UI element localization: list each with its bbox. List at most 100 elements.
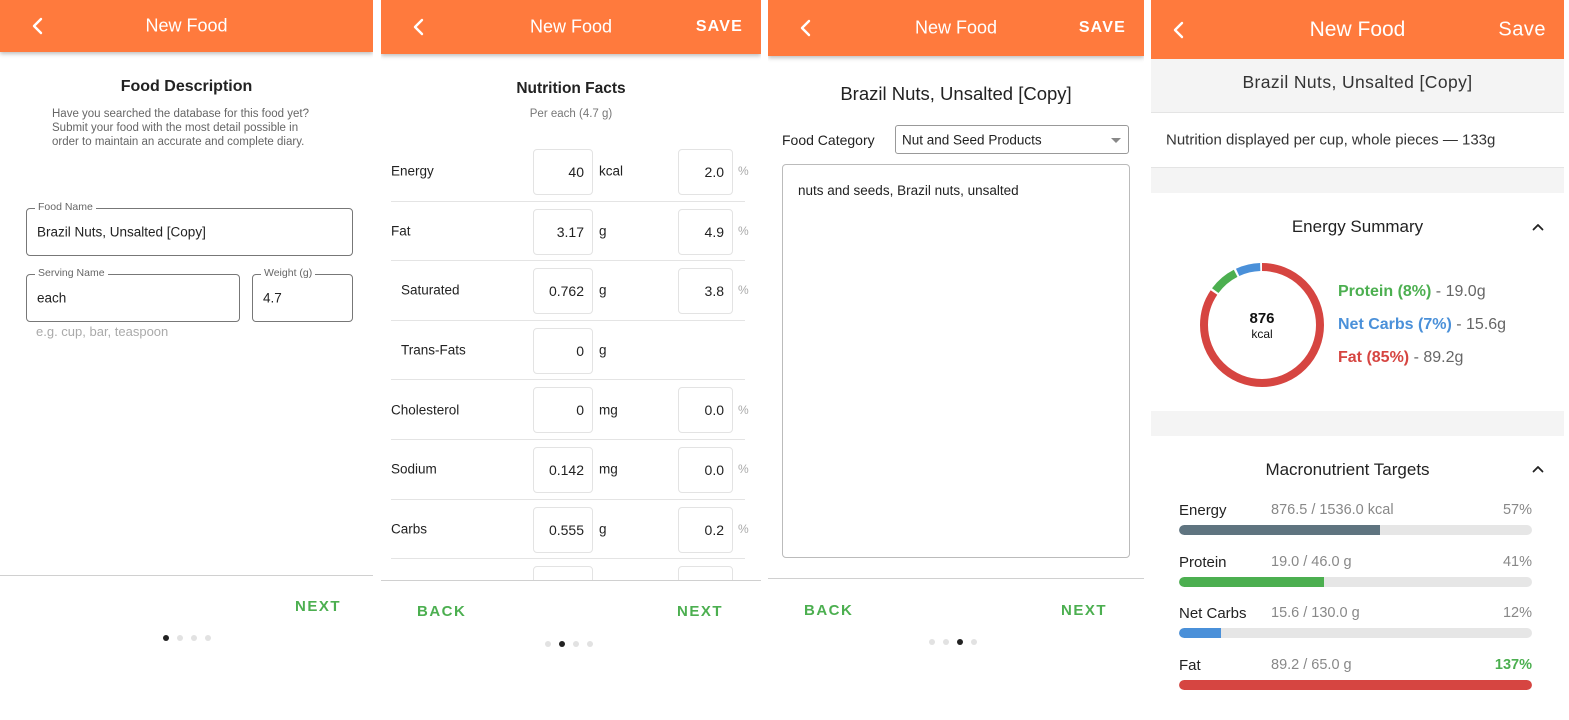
nutrition-row: Cholesterol 0 mg 0.0% bbox=[391, 380, 749, 440]
macronutrient-targets-card: Macronutrient Targets Energy 876.5 / 1536… bbox=[1151, 436, 1564, 720]
nutrition-list: Energy 40 kcal 2.0% Fat 3.17 g 4.9% Saturated 0.7… bbox=[381, 142, 761, 580]
macro-target-name: Energy bbox=[1179, 502, 1227, 519]
nutrient-name: Saturated bbox=[401, 282, 460, 298]
macro-target-percent: 57% bbox=[1502, 502, 1532, 518]
macro-target-percent: 41% bbox=[1502, 554, 1532, 570]
screen-nutrition-facts: New Food SAVE Nutrition Facts Per each (… bbox=[381, 0, 761, 720]
serving-subheading: Per each (4.7 g) bbox=[529, 108, 613, 120]
food-name-banner: Brazil Nuts, Unsalted [Copy] bbox=[1151, 59, 1564, 110]
save-button[interactable]: SAVE bbox=[696, 18, 743, 36]
save-button[interactable]: Save bbox=[1498, 18, 1546, 41]
next-button[interactable]: NEXT bbox=[295, 598, 341, 615]
nutrient-value-input[interactable]: 0 bbox=[533, 387, 593, 434]
nutrient-unit: g bbox=[599, 223, 607, 239]
next-button[interactable]: NEXT bbox=[1061, 602, 1107, 619]
macro-target-progress-track bbox=[1179, 525, 1532, 535]
nutrient-value-input[interactable]: 0.555 bbox=[533, 506, 593, 553]
energy-kcal-unit: kcal bbox=[1251, 326, 1273, 341]
nutrient-percent-input[interactable]: 3.8 bbox=[678, 268, 733, 315]
nutrient-percent-input[interactable]: 2.0 bbox=[678, 149, 733, 195]
nutrient-percent-input[interactable]: 4.9 bbox=[678, 208, 733, 255]
weight-field[interactable]: Weight (g) 4.7 bbox=[252, 267, 353, 322]
percent-symbol: % bbox=[738, 164, 749, 179]
nutrient-name: Sodium bbox=[391, 461, 437, 477]
app-bar: New Food bbox=[0, 0, 373, 52]
page-indicator bbox=[163, 635, 211, 641]
energy-summary-collapse-button[interactable] bbox=[1532, 221, 1544, 233]
weight-label: Weight (g) bbox=[261, 267, 316, 279]
macro-target-name: Fat bbox=[1179, 657, 1201, 674]
page-dot bbox=[191, 635, 197, 641]
screen-food-category: New Food SAVE Brazil Nuts, Unsalted [Cop… bbox=[768, 0, 1144, 720]
back-nav-button[interactable]: BACK bbox=[804, 602, 853, 619]
page-dot bbox=[943, 639, 949, 645]
save-button[interactable]: SAVE bbox=[1079, 19, 1126, 37]
page-dot bbox=[205, 635, 211, 641]
page-dot bbox=[559, 641, 565, 647]
page-dot bbox=[971, 639, 977, 645]
food-name-field[interactable]: Food Name Brazil Nuts, Unsalted [Copy] bbox=[26, 201, 353, 256]
nutrient-unit: g bbox=[599, 521, 607, 537]
food-name-heading: Brazil Nuts, Unsalted [Copy] bbox=[840, 83, 1072, 104]
percent-symbol: % bbox=[738, 283, 749, 298]
app-bar-title: New Food bbox=[145, 15, 228, 36]
food-category-select[interactable]: Nut and Seed Products bbox=[895, 125, 1129, 154]
legend-value: - 89.2g bbox=[1409, 349, 1464, 366]
macro-target-amount: 89.2 / 65.0 g bbox=[1271, 657, 1352, 673]
screen-food-description: New Food Food Description Have you searc… bbox=[0, 0, 373, 720]
nutrient-name: Cholesterol bbox=[391, 402, 460, 418]
percent-symbol: % bbox=[738, 521, 749, 536]
nutrient-name: Energy bbox=[391, 163, 434, 179]
macro-target-progress-track bbox=[1179, 577, 1532, 587]
energy-legend-item: Fat (85%) - 89.2g bbox=[1338, 349, 1463, 367]
food-category-label: Food Category bbox=[782, 132, 875, 148]
footer-divider bbox=[768, 578, 1144, 579]
nutrient-name: Fat bbox=[391, 223, 411, 239]
page-dot bbox=[545, 641, 551, 647]
nutrient-percent-input[interactable]: 0.2 bbox=[678, 506, 733, 553]
serving-name-field[interactable]: Serving Name each bbox=[26, 267, 240, 322]
macro-targets-collapse-button[interactable] bbox=[1532, 463, 1544, 475]
nutrient-percent-input[interactable] bbox=[678, 566, 733, 580]
macro-target-progress-track bbox=[1179, 680, 1532, 690]
nutrition-row: Trans-Fats 0 g bbox=[391, 321, 745, 381]
footer-divider bbox=[381, 580, 761, 581]
food-name-value: Brazil Nuts, Unsalted [Copy] bbox=[37, 224, 206, 240]
nutrient-value-input[interactable] bbox=[533, 566, 593, 580]
macro-target-row: Net Carbs 15.6 / 130.0 g 12% bbox=[1179, 605, 1532, 645]
footer-divider bbox=[0, 575, 373, 576]
chevron-up-icon bbox=[1532, 466, 1544, 473]
section-heading: Food Description bbox=[120, 78, 253, 95]
nutrition-row bbox=[391, 559, 745, 580]
page-dot bbox=[929, 639, 935, 645]
macro-target-name: Protein bbox=[1179, 554, 1227, 571]
macro-target-progress-fill bbox=[1179, 577, 1324, 587]
nutrient-percent-input[interactable]: 0.0 bbox=[678, 446, 733, 493]
percent-symbol: % bbox=[738, 462, 749, 477]
legend-value: - 19.0g bbox=[1431, 283, 1486, 300]
nutrient-value-input[interactable]: 0.762 bbox=[533, 268, 593, 315]
nutrition-row: Energy 40 kcal 2.0% bbox=[391, 142, 749, 202]
section-description: Have you searched the database for this … bbox=[52, 108, 309, 148]
nutrient-percent-input[interactable]: 0.0 bbox=[678, 387, 733, 434]
food-description-textarea[interactable]: nuts and seeds, Brazil nuts, unsalted bbox=[782, 164, 1130, 558]
nutrition-row: Fat 3.17 g 4.9% bbox=[391, 202, 749, 262]
page-indicator bbox=[929, 639, 977, 645]
energy-summary-title: Energy Summary bbox=[1291, 217, 1424, 236]
page-dot bbox=[587, 641, 593, 647]
legend-name: Fat (85%) bbox=[1338, 349, 1410, 366]
nutrient-unit: g bbox=[599, 282, 607, 298]
nutrient-value-input[interactable]: 3.17 bbox=[533, 208, 593, 255]
macro-target-amount: 15.6 / 130.0 g bbox=[1271, 605, 1360, 621]
back-nav-button[interactable]: BACK bbox=[417, 603, 466, 620]
weight-value: 4.7 bbox=[263, 290, 282, 306]
nutrient-value-input[interactable]: 0 bbox=[533, 327, 593, 374]
nutrient-value-input[interactable]: 40 bbox=[533, 149, 593, 195]
macro-target-progress-track bbox=[1179, 628, 1532, 638]
page-dot bbox=[163, 635, 169, 641]
app-bar: New Food Save bbox=[1151, 0, 1564, 59]
nutrient-value-input[interactable]: 0.142 bbox=[533, 446, 593, 493]
nutrient-unit: mg bbox=[599, 402, 618, 418]
next-button[interactable]: NEXT bbox=[677, 603, 723, 620]
nutrient-unit: g bbox=[599, 342, 607, 358]
